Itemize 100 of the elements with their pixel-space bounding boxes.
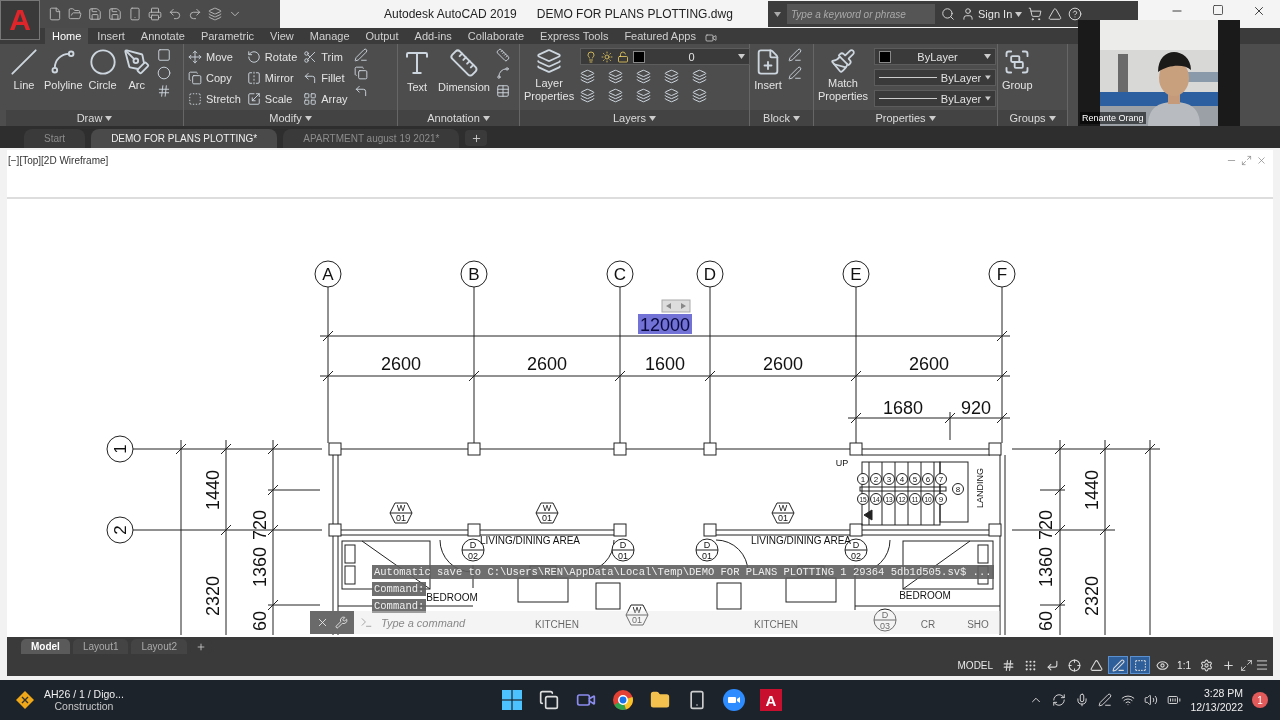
triangle-icon[interactable] — [1048, 7, 1063, 21]
ribbon-tool[interactable]: Group — [1002, 48, 1033, 92]
close-icon[interactable] — [316, 616, 329, 629]
panel-title[interactable]: Draw — [6, 110, 183, 126]
ribbon-tool[interactable]: Scale — [246, 90, 298, 107]
ribbon-tool[interactable]: Arc — [122, 48, 151, 92]
ribbon-tool[interactable]: Text — [402, 48, 432, 94]
help-icon[interactable] — [1068, 7, 1083, 21]
notification-badge[interactable]: 1 — [1252, 692, 1268, 708]
ribbon-tool[interactable]: Fillet — [303, 69, 348, 86]
video-icon[interactable] — [704, 32, 717, 44]
ribbon-tool[interactable]: Layer Properties — [524, 48, 575, 103]
pen-icon[interactable] — [353, 48, 368, 62]
rectangle-icon[interactable] — [156, 48, 171, 62]
ribbon-tool[interactable]: Array — [303, 90, 348, 107]
ribbon-tab[interactable]: Annotate — [133, 28, 192, 44]
ribbon-tool[interactable]: Trim — [303, 48, 348, 65]
ribbon-tab[interactable]: Add-ins — [407, 28, 459, 44]
new-tab-button[interactable] — [465, 130, 488, 146]
panel-title[interactable]: Properties — [814, 110, 997, 126]
ribbon-tool[interactable]: Copy — [188, 69, 241, 86]
search-field[interactable]: Type a keyword or phrase — [787, 4, 935, 24]
ribbon-tool[interactable]: Dimension — [438, 48, 490, 94]
ellipse-icon[interactable] — [156, 66, 171, 80]
clock[interactable]: 3:28 PM 12/13/2022 — [1190, 686, 1243, 714]
layer-tool-icon[interactable] — [636, 69, 652, 84]
news-widget[interactable]: AH26 / 1 / Digo... Construction — [16, 688, 124, 712]
panel-title[interactable]: Modify — [184, 110, 397, 126]
color-dropdown[interactable]: ByLayer — [874, 48, 996, 65]
sign-in-button[interactable]: Sign In — [961, 7, 1023, 21]
file-tab[interactable]: APARTMENT august 19 2021* — [283, 129, 460, 148]
table-icon[interactable] — [495, 84, 510, 98]
redo-icon[interactable] — [188, 7, 202, 21]
layer-tool-icon[interactable] — [664, 69, 680, 84]
hatch-icon[interactable] — [156, 84, 171, 98]
workspace-icon[interactable] — [208, 7, 222, 21]
layer-tool-icon[interactable] — [608, 88, 624, 103]
pen-icon[interactable] — [1098, 693, 1113, 707]
save-as-icon[interactable] — [108, 7, 122, 21]
layer-tool-icon[interactable] — [692, 88, 708, 103]
layout-tab[interactable]: Layout1 — [72, 639, 129, 654]
ribbon-tool[interactable]: Match Properties — [818, 48, 868, 103]
panel-title[interactable]: Layers — [520, 110, 749, 126]
close-icon[interactable] — [1252, 4, 1266, 18]
volume-icon[interactable] — [1144, 693, 1159, 707]
ribbon-tab[interactable]: View — [263, 28, 301, 44]
cart-icon[interactable] — [1028, 7, 1043, 21]
folder-icon[interactable] — [68, 7, 82, 21]
file-tab[interactable]: Start — [24, 129, 86, 148]
layout-tab[interactable]: Layout2 — [131, 639, 188, 654]
layer-tool-icon[interactable] — [664, 88, 680, 103]
microphone-icon[interactable] — [1075, 693, 1090, 707]
annotation-scale[interactable]: 1:1 — [1174, 656, 1194, 674]
linetype-dropdown[interactable]: ByLayer — [874, 69, 996, 86]
status-toggle[interactable] — [1130, 656, 1151, 674]
layout-tab[interactable]: Model — [21, 639, 70, 654]
edit-icon[interactable] — [788, 66, 802, 80]
file-tab[interactable]: DEMO FOR PLANS PLOTTING* — [91, 129, 278, 148]
ribbon-tab[interactable]: Collaborate — [460, 28, 532, 44]
layer-tool-icon[interactable] — [580, 69, 596, 84]
create-icon[interactable] — [788, 48, 802, 62]
ribbon-tab[interactable]: Featured Apps — [617, 28, 703, 44]
layer-tool-icon[interactable] — [636, 88, 652, 103]
fullscreen-icon[interactable] — [1240, 658, 1253, 672]
linear-icon[interactable] — [495, 48, 510, 62]
panel-title[interactable]: Annotation — [398, 110, 519, 126]
battery-icon[interactable] — [1167, 693, 1182, 707]
ribbon-tab[interactable]: Express Tools — [533, 28, 616, 44]
lineweight-dropdown[interactable]: ByLayer — [874, 90, 996, 107]
ribbon-tool[interactable]: Line — [10, 48, 38, 92]
ribbon-tab[interactable]: Parametric — [193, 28, 262, 44]
web-mobile-icon[interactable] — [128, 7, 142, 21]
layer-tool-icon[interactable] — [692, 69, 708, 84]
undo-icon[interactable] — [168, 7, 182, 21]
ribbon-tool[interactable]: Move — [188, 48, 241, 65]
sync-icon[interactable] — [1052, 693, 1067, 707]
model-space-button[interactable]: MODEL — [954, 656, 997, 674]
ribbon-tab[interactable]: Output — [358, 28, 406, 44]
ribbon-tool[interactable]: Rotate — [246, 48, 298, 65]
leader-icon[interactable] — [495, 66, 510, 80]
layer-tool-icon[interactable] — [608, 69, 624, 84]
dimension-text[interactable]: 12000 — [638, 314, 692, 335]
ribbon-tool[interactable]: Polyline — [44, 48, 83, 92]
ribbon-tab[interactable]: Manage — [302, 28, 357, 44]
wifi-icon[interactable] — [1121, 693, 1136, 707]
print-icon[interactable] — [148, 7, 162, 21]
ribbon-tool[interactable]: Circle — [88, 48, 117, 92]
menu-icon[interactable] — [1255, 658, 1269, 672]
grip-handle[interactable] — [661, 299, 691, 313]
ribbon-tab[interactable]: Home — [45, 28, 89, 44]
status-toggle[interactable] — [1108, 656, 1129, 674]
layer-tool-icon[interactable] — [580, 88, 596, 103]
panel-title[interactable]: Groups — [998, 110, 1067, 126]
search-icon[interactable] — [941, 7, 955, 21]
new-file-icon[interactable] — [48, 7, 62, 21]
ribbon-tool[interactable]: Mirror — [246, 69, 298, 86]
maximize-icon[interactable] — [1212, 4, 1224, 16]
wrench-icon[interactable] — [335, 616, 348, 629]
view-controls[interactable]: [−][Top][2D Wireframe] — [8, 155, 109, 166]
ribbon-tool[interactable]: Insert — [754, 48, 782, 92]
